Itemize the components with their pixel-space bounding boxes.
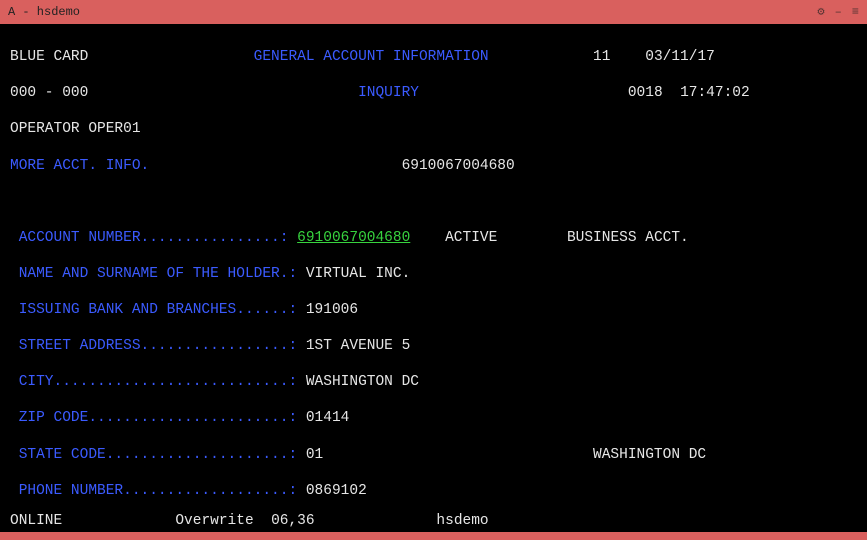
terminal-id: 0018: [628, 85, 663, 101]
field-label-holder: NAME AND SURNAME OF THE HOLDER.:: [19, 266, 297, 282]
operator-id: OPER01: [88, 121, 140, 137]
state-decoded: WASHINGTON DC: [593, 447, 706, 463]
field-label-street: STREET ADDRESS.................:: [19, 338, 297, 354]
screen-title: GENERAL ACCOUNT INFORMATION: [254, 49, 489, 65]
field-label-bank: ISSUING BANK AND BRANCHES......:: [19, 302, 297, 318]
phone-value: 0869102: [306, 483, 367, 499]
app-name: BLUE CARD: [10, 49, 88, 65]
field-label-zip: ZIP CODE.......................:: [19, 410, 297, 426]
cursor-pos: 06,36: [271, 513, 315, 529]
minimize-icon[interactable]: –: [835, 5, 842, 20]
date: 03/11/17: [645, 49, 715, 65]
city-value: WASHINGTON DC: [306, 374, 419, 390]
bottombar: [0, 532, 867, 540]
field-label-city: CITY...........................:: [19, 374, 297, 390]
field-label-phone: PHONE NUMBER...................:: [19, 483, 297, 499]
menu-icon[interactable]: ≡: [852, 5, 859, 20]
page-num: 11: [593, 49, 610, 65]
input-mode: Overwrite: [175, 513, 253, 529]
zip-value: 01414: [306, 410, 350, 426]
terminal-screen[interactable]: BLUE CARD GENERAL ACCOUNT INFORMATION 11…: [0, 24, 867, 510]
session-name: hsdemo: [436, 513, 488, 529]
org-range: 000 - 000: [10, 85, 88, 101]
field-label-account: ACCOUNT NUMBER................:: [19, 230, 289, 246]
account-status: ACTIVE: [445, 230, 497, 246]
window: A - hsdemo ⚙ – ≡ BLUE CARD GENERAL ACCOU…: [0, 0, 867, 540]
status-bar: ONLINE Overwrite 06,36 hsdemo: [0, 510, 867, 532]
street-value: 1ST AVENUE 5: [306, 338, 410, 354]
state-value: 01: [306, 447, 323, 463]
mode: INQUIRY: [358, 85, 419, 101]
holder-value: VIRTUAL INC.: [306, 266, 410, 282]
account-type: BUSINESS ACCT.: [567, 230, 689, 246]
operator-label: OPERATOR: [10, 121, 80, 137]
time: 17:47:02: [680, 85, 750, 101]
titlebar[interactable]: A - hsdemo ⚙ – ≡: [0, 0, 867, 24]
field-label-state: STATE CODE.....................:: [19, 447, 297, 463]
settings-icon[interactable]: ⚙: [817, 5, 824, 20]
more-info-label: MORE ACCT. INFO.: [10, 158, 149, 174]
conn-status: ONLINE: [10, 513, 62, 529]
window-title: A - hsdemo: [8, 5, 817, 20]
account-number-input[interactable]: 6910067004680: [297, 230, 410, 246]
bank-value: 191006: [306, 302, 358, 318]
account-header: 6910067004680: [402, 158, 515, 174]
